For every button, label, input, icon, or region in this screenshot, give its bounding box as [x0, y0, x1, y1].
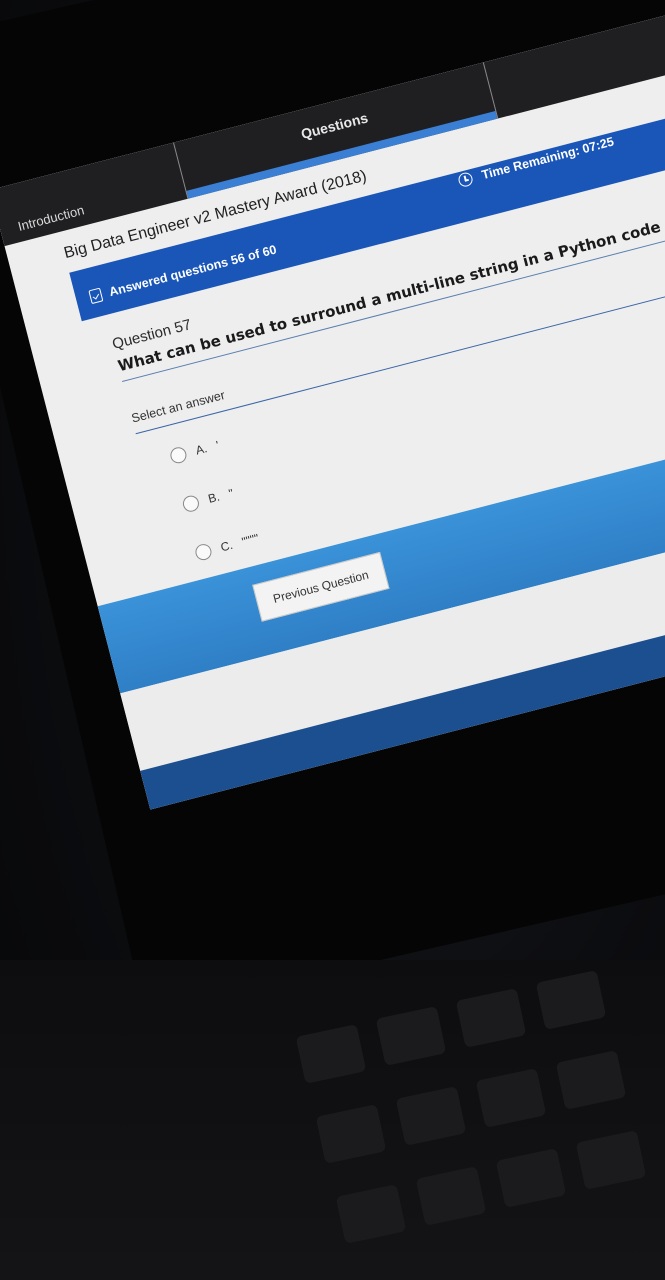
tab-introduction-label: Introduction: [16, 202, 86, 234]
answer-option-c[interactable]: C. """": [193, 530, 261, 562]
option-b-letter: B.: [206, 489, 222, 506]
keyboard-key: [335, 1184, 407, 1244]
answered-label: Answered questions 56 of 60: [107, 242, 278, 300]
keyboard-key: [555, 1050, 627, 1110]
option-a-value: ': [214, 438, 221, 453]
answer-option-b[interactable]: B. ": [181, 485, 235, 514]
option-a-letter: A.: [194, 441, 209, 458]
select-answer-label: Select an answer: [130, 387, 227, 426]
radio-button-a[interactable]: [168, 445, 189, 466]
tab-questions-label: Questions: [299, 109, 370, 143]
radio-button-c[interactable]: [193, 542, 214, 562]
option-c-value: """": [240, 531, 261, 549]
answered-count: Answered questions 56 of 60: [88, 242, 278, 305]
keyboard-key: [455, 988, 527, 1048]
laptop-keyboard: [0, 960, 665, 1280]
keyboard-key: [415, 1166, 487, 1226]
time-remaining: Time Remaining: 07:25: [457, 135, 615, 189]
keyboard-key: [315, 1104, 387, 1164]
clipboard-check-icon: [88, 287, 104, 305]
keyboard-key: [575, 1130, 647, 1190]
answer-option-a[interactable]: A. ': [168, 437, 221, 466]
keyboard-key: [495, 1148, 567, 1208]
keyboard-key: [375, 1006, 447, 1066]
radio-button-b[interactable]: [181, 493, 201, 514]
clock-icon: [457, 171, 475, 189]
keyboard-key: [395, 1086, 467, 1146]
time-remaining-label: Time Remaining: 07:25: [480, 134, 616, 183]
keyboard-key: [535, 970, 607, 1030]
option-c-letter: C.: [219, 537, 235, 555]
option-b-value: ": [227, 485, 235, 501]
select-answer-divider: [135, 293, 665, 435]
keyboard-key: [295, 1024, 367, 1084]
keyboard-key: [475, 1068, 547, 1128]
